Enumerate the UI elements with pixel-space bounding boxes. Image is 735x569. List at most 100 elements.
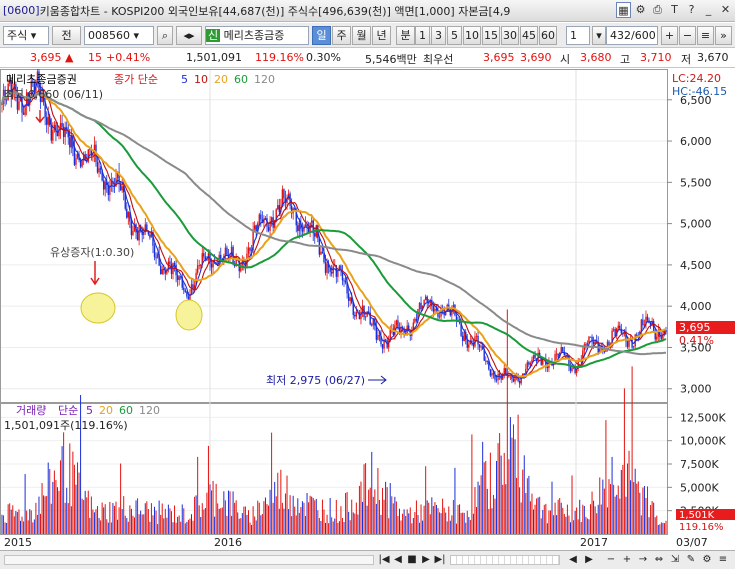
settings-icon[interactable]: ⚙	[700, 553, 714, 567]
market-select[interactable]: 주식 ▾	[3, 26, 49, 45]
interval-select[interactable]: 1	[566, 26, 590, 45]
interval-button-3[interactable]: 3	[431, 26, 446, 45]
candle-body	[132, 230, 134, 236]
candle-body	[249, 247, 251, 251]
volume-bar	[73, 464, 75, 534]
zoom-in-icon[interactable]: +	[661, 26, 678, 45]
volume-bar	[309, 495, 311, 534]
scroll-track[interactable]	[4, 555, 374, 565]
volume-bar	[169, 508, 171, 534]
print-icon[interactable]: ⎙	[650, 2, 665, 18]
prev-button[interactable]: 전	[52, 26, 81, 45]
candle-body	[478, 344, 481, 348]
chart-settings-icon[interactable]: ≡	[697, 26, 714, 45]
interval-button-45[interactable]: 45	[520, 26, 538, 45]
search-icon[interactable]: ⌕	[157, 26, 173, 45]
minimize-icon[interactable]: _	[701, 2, 716, 18]
interval-button-5[interactable]: 5	[447, 26, 462, 45]
volume-bar	[546, 523, 548, 534]
volume-bar	[257, 500, 259, 534]
volume-bar	[511, 437, 513, 534]
candle-body	[371, 324, 373, 326]
candle-body	[149, 234, 151, 238]
volume-bar	[32, 522, 34, 534]
candle-body	[560, 347, 562, 353]
tools-icon[interactable]: ✎	[684, 553, 698, 567]
candle-body	[298, 222, 301, 232]
volume-bar	[528, 475, 530, 534]
volume-bar	[107, 522, 109, 534]
volume-bar	[24, 474, 26, 534]
ma-legend-60: 60	[234, 73, 248, 86]
scroll-back-icon[interactable]: ◀	[392, 553, 404, 567]
volume-bar	[311, 496, 313, 534]
volume-bar	[294, 506, 296, 534]
period-button-2[interactable]: 월	[352, 26, 371, 45]
info-icon[interactable]: ≡	[716, 553, 730, 567]
minus-icon[interactable]: −	[604, 553, 618, 567]
plus-icon[interactable]: +	[620, 553, 634, 567]
text-icon[interactable]: T	[667, 2, 682, 18]
volume-bar	[83, 500, 85, 534]
arrow-right-icon[interactable]: ▶	[582, 553, 596, 567]
volume-bar	[194, 496, 196, 534]
interval-button-10[interactable]: 10	[463, 26, 481, 45]
volume-bar	[469, 519, 471, 534]
volume-bar	[160, 514, 162, 534]
candle-body	[156, 254, 159, 258]
volume-bar	[97, 506, 99, 534]
zoom-out-icon[interactable]: −	[679, 26, 696, 45]
stock-name-field[interactable]: 신 메리츠종금증	[205, 26, 309, 45]
volume-bar	[87, 490, 89, 534]
stop-icon[interactable]: ■	[406, 553, 418, 567]
volume-bar	[571, 475, 573, 534]
volume-bar	[75, 484, 77, 534]
period-track[interactable]	[450, 555, 560, 565]
period-button-4[interactable]: 분	[396, 26, 415, 45]
stock-chart[interactable]: 메리츠종금증권 종가 단순 5 10 20 60 120 최고 6,660 (06/11…	[0, 60, 735, 550]
help-icon[interactable]: ?	[684, 2, 699, 18]
volume-bar	[241, 513, 243, 534]
candle-body	[326, 263, 328, 273]
toolbar: 주식 ▾ 전 008560 ▾ ⌕ ◂▸ 신 메리츠종금증 1 ▾ 432/60…	[0, 23, 735, 48]
volume-bar	[525, 493, 527, 534]
volume-bar	[90, 496, 92, 534]
interval-button-30[interactable]: 30	[501, 26, 519, 45]
trade-amount: 5,546백만	[365, 53, 417, 66]
stock-code-input[interactable]: 008560 ▾	[84, 26, 154, 45]
right-icon[interactable]: →	[636, 553, 650, 567]
count-field[interactable]: 432/600	[606, 26, 658, 45]
full-icon[interactable]: ⇔	[652, 553, 666, 567]
ratio-box-text: 119.16%	[679, 522, 724, 533]
volume-bar	[183, 508, 185, 534]
period-button-3[interactable]: 년	[372, 26, 391, 45]
arrow-left-icon[interactable]: ◀	[566, 553, 580, 567]
scroll-last-icon[interactable]: ▶|	[434, 553, 446, 567]
interval-button-15[interactable]: 15	[482, 26, 500, 45]
chart-area[interactable]: 메리츠종금증권 종가 단순 5 10 20 60 120 최고 6,660 (06/11…	[0, 60, 735, 553]
candle-body	[102, 180, 105, 190]
scroll-bar[interactable]: |◀ ◀ ■ ▶ ▶| ◀ ▶ − + → ⇔ ⇲ ✎ ⚙ ≡	[0, 550, 735, 569]
volume-bar	[214, 516, 216, 534]
candle-body	[45, 117, 48, 125]
volume-bar	[36, 514, 38, 534]
interval-dropdown-icon[interactable]: ▾	[592, 26, 606, 45]
scroll-first-icon[interactable]: |◀	[378, 553, 390, 567]
interval-button-1[interactable]: 1	[415, 26, 430, 45]
period-button-0[interactable]: 일	[312, 26, 331, 45]
scroll-forward-icon[interactable]: ▶	[420, 553, 432, 567]
sound-icon[interactable]: ◂▸	[176, 26, 202, 45]
candle-body	[121, 186, 123, 191]
more-icon[interactable]: »	[715, 26, 732, 45]
volume-bar	[224, 500, 226, 534]
volume-bar	[391, 496, 393, 534]
window-list-icon[interactable]: ▦	[616, 2, 631, 18]
zoom-icon[interactable]: ⇲	[668, 553, 682, 567]
volume-bar	[154, 506, 156, 534]
interval-button-60[interactable]: 60	[539, 26, 557, 45]
period-button-1[interactable]: 주	[332, 26, 351, 45]
tool-icon[interactable]: ⚙	[633, 2, 648, 18]
candle-body	[337, 271, 339, 277]
close-icon[interactable]: ✕	[718, 2, 733, 18]
volume-bar	[657, 524, 659, 534]
